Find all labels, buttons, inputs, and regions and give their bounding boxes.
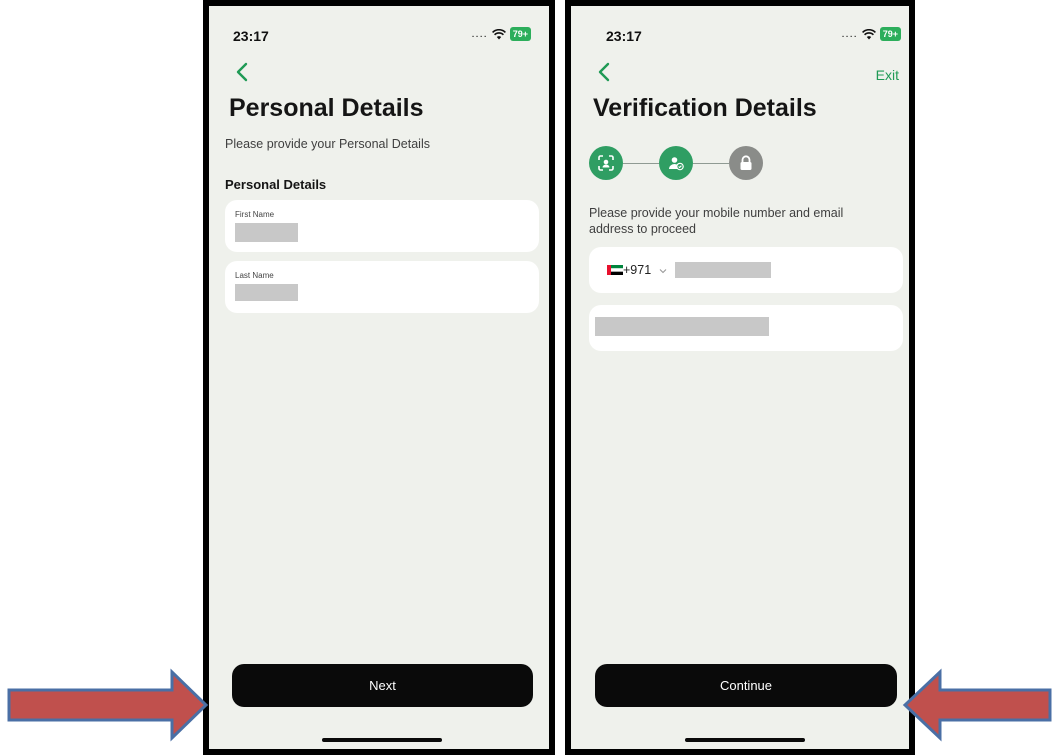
email-field[interactable] xyxy=(589,305,903,351)
status-time: 23:17 xyxy=(606,28,642,44)
wifi-icon xyxy=(861,28,876,39)
face-scan-icon xyxy=(598,155,614,171)
lock-icon xyxy=(740,155,752,170)
home-indicator xyxy=(685,738,805,742)
back-chevron-icon[interactable] xyxy=(233,62,251,82)
status-time: 23:17 xyxy=(233,28,269,44)
mobile-number-redacted xyxy=(675,262,771,278)
next-button[interactable]: Next xyxy=(232,664,533,707)
step-user-verification xyxy=(659,146,693,180)
left-pointing-arrow xyxy=(902,668,1052,742)
first-name-value-redacted xyxy=(235,223,298,242)
last-name-field[interactable]: Last Name xyxy=(225,261,539,313)
cellular-signal-icon: .... xyxy=(471,28,488,40)
continue-button[interactable]: Continue xyxy=(595,664,897,707)
cellular-signal-icon: .... xyxy=(841,28,858,40)
verification-details-screen: 23:17 .... 79+ Exit Verification Details… xyxy=(571,6,909,749)
step-face-scan xyxy=(589,146,623,180)
step-connector xyxy=(623,163,659,164)
first-name-field[interactable]: First Name xyxy=(225,200,539,252)
battery-icon: 79+ xyxy=(879,27,901,41)
step-connector xyxy=(693,163,729,164)
mobile-number-field[interactable]: +971 xyxy=(589,247,903,293)
battery-icon: 79+ xyxy=(509,27,531,41)
email-value-redacted xyxy=(595,317,769,336)
personal-details-screen: 23:17 .... 79+ Personal Details Please p… xyxy=(209,6,549,749)
right-pointing-arrow xyxy=(7,668,209,742)
wifi-icon xyxy=(491,28,506,39)
exit-link[interactable]: Exit xyxy=(876,67,899,83)
progress-stepper xyxy=(589,146,763,182)
verification-instructions: Please provide your mobile number and em… xyxy=(589,206,844,236)
last-name-label: Last Name xyxy=(235,271,274,280)
step-security xyxy=(729,146,763,180)
status-bar-icons: .... 79+ xyxy=(471,27,531,41)
country-code[interactable]: +971 xyxy=(623,263,651,277)
page-subtitle: Please provide your Personal Details xyxy=(225,137,430,151)
page-title: Personal Details xyxy=(229,94,424,122)
first-name-label: First Name xyxy=(235,210,275,219)
section-heading: Personal Details xyxy=(225,177,327,192)
last-name-value-redacted xyxy=(235,284,298,301)
user-check-icon xyxy=(669,157,684,171)
status-bar-icons: .... 79+ xyxy=(841,27,901,41)
back-chevron-icon[interactable] xyxy=(595,62,613,82)
phone-frame-personal-details: 23:17 .... 79+ Personal Details Please p… xyxy=(203,0,555,755)
page-title: Verification Details xyxy=(593,94,817,122)
chevron-down-icon[interactable] xyxy=(659,268,667,274)
home-indicator xyxy=(322,738,442,742)
phone-frame-verification-details: 23:17 .... 79+ Exit Verification Details… xyxy=(565,0,915,755)
uae-flag-icon xyxy=(607,265,623,275)
